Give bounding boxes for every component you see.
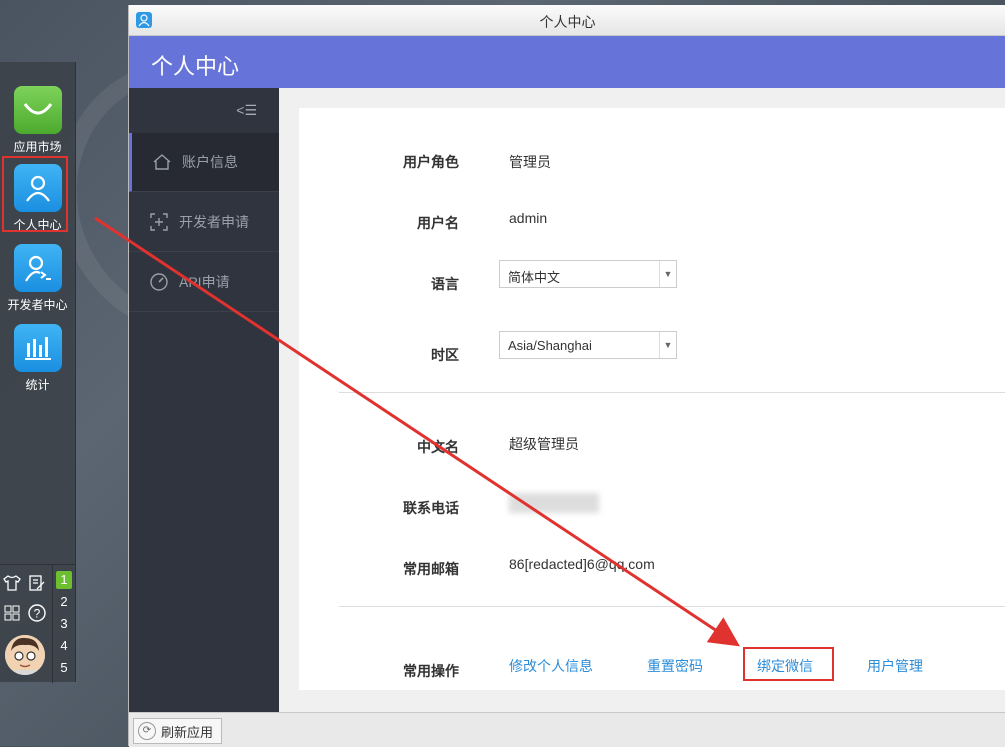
- sidebar-item-label: 账户信息: [182, 154, 238, 170]
- app-dock: 应用市场 个人中心 开发者中心 统计 ? 1 2 3 4 5: [0, 62, 76, 683]
- workspace-3[interactable]: 3: [56, 615, 72, 633]
- window-titlebar[interactable]: 个人中心: [129, 5, 1005, 36]
- app-label: 应用市场: [13, 140, 62, 154]
- role-value: 管理员: [509, 154, 551, 170]
- actions-label: 常用操作: [403, 663, 459, 679]
- shirt-icon[interactable]: [2, 573, 22, 593]
- sidebar-item-developer-apply[interactable]: 开发者申请: [129, 193, 279, 252]
- app-label: 开发者中心: [7, 298, 68, 312]
- timezone-select[interactable]: Asia/Shanghai ▼: [499, 331, 677, 359]
- app-developer-center[interactable]: 开发者中心: [0, 244, 75, 313]
- app-statistics[interactable]: 统计: [0, 324, 75, 393]
- app-market[interactable]: 应用市场: [0, 86, 75, 155]
- highlight-box-bind-wechat: [743, 647, 834, 681]
- refresh-icon: ⟳: [138, 722, 156, 740]
- username-value: admin: [509, 210, 548, 226]
- section-divider: [339, 606, 1005, 607]
- highlight-box-personal-center: [2, 156, 68, 232]
- avatar[interactable]: [5, 635, 45, 675]
- workspace-2[interactable]: 2: [56, 593, 72, 611]
- sidebar: <☰ 账户信息 开发者申请 API申请: [129, 88, 282, 712]
- personal-center-window: 个人中心 个人中心 <☰ 账户信息 开发者申请 API申请 用户角色 管理员 用…: [128, 5, 1005, 747]
- note-edit-icon[interactable]: [27, 573, 47, 593]
- chinese-name-label: 中文名: [417, 439, 459, 455]
- speedometer-icon: [149, 272, 169, 292]
- username-label: 用户名: [417, 215, 459, 231]
- section-divider: [339, 392, 1005, 393]
- help-icon[interactable]: ?: [27, 603, 47, 623]
- home-icon: [152, 152, 172, 172]
- sidebar-item-label: API申请: [179, 274, 230, 290]
- app-label: 统计: [25, 378, 50, 392]
- workspace-4[interactable]: 4: [56, 637, 72, 655]
- email-value: 86[redacted]6@qq.com: [509, 556, 655, 572]
- developer-frame-icon: [149, 212, 169, 232]
- window-title: 个人中心: [539, 14, 596, 30]
- chinese-name-value: 超级管理员: [509, 436, 579, 452]
- page-title: 个人中心: [151, 54, 240, 79]
- user-management-link[interactable]: 用户管理: [867, 656, 923, 676]
- phone-value-redacted: [509, 493, 599, 513]
- collapse-sidebar-icon[interactable]: <☰: [236, 102, 257, 119]
- status-bar: ⟳ 刷新应用: [129, 712, 1005, 747]
- developer-icon: [13, 244, 62, 292]
- refresh-label: 刷新应用: [161, 724, 214, 740]
- timezone-selected: Asia/Shanghai: [508, 338, 592, 353]
- timezone-label: 时区: [431, 347, 459, 363]
- sidebar-item-api-apply[interactable]: API申请: [129, 253, 279, 312]
- language-select[interactable]: 简体中文 ▼: [499, 260, 677, 288]
- refresh-apps-button[interactable]: ⟳ 刷新应用: [133, 718, 223, 744]
- workspace-1[interactable]: 1: [56, 571, 72, 589]
- page-header: 个人中心: [129, 36, 1005, 88]
- bar-chart-icon: [13, 324, 62, 372]
- sidebar-item-account-info[interactable]: 账户信息: [129, 133, 282, 192]
- email-label: 常用邮箱: [403, 561, 459, 577]
- chevron-down-icon: ▼: [659, 332, 676, 358]
- role-label: 用户角色: [403, 154, 459, 170]
- shopping-bag-icon: [13, 86, 62, 134]
- edit-profile-link[interactable]: 修改个人信息: [509, 656, 593, 676]
- reset-password-link[interactable]: 重置密码: [647, 656, 703, 676]
- account-info-card: 用户角色 管理员 用户名 admin 语言 简体中文 ▼ 时区 Asia/Sha…: [299, 108, 1005, 690]
- phone-label: 联系电话: [403, 500, 459, 516]
- workspace-5[interactable]: 5: [56, 659, 72, 677]
- sidebar-item-label: 开发者申请: [179, 214, 249, 230]
- grid-icon[interactable]: [2, 603, 22, 623]
- language-label: 语言: [431, 276, 459, 292]
- chevron-down-icon: ▼: [659, 261, 676, 287]
- main-content: 用户角色 管理员 用户名 admin 语言 简体中文 ▼ 时区 Asia/Sha…: [279, 88, 1005, 712]
- workspace-switcher: 1 2 3 4 5: [52, 565, 75, 683]
- language-selected: 简体中文: [508, 270, 561, 285]
- svg-text:?: ?: [34, 607, 41, 621]
- dock-toolbar: ? 1 2 3 4 5: [0, 564, 75, 683]
